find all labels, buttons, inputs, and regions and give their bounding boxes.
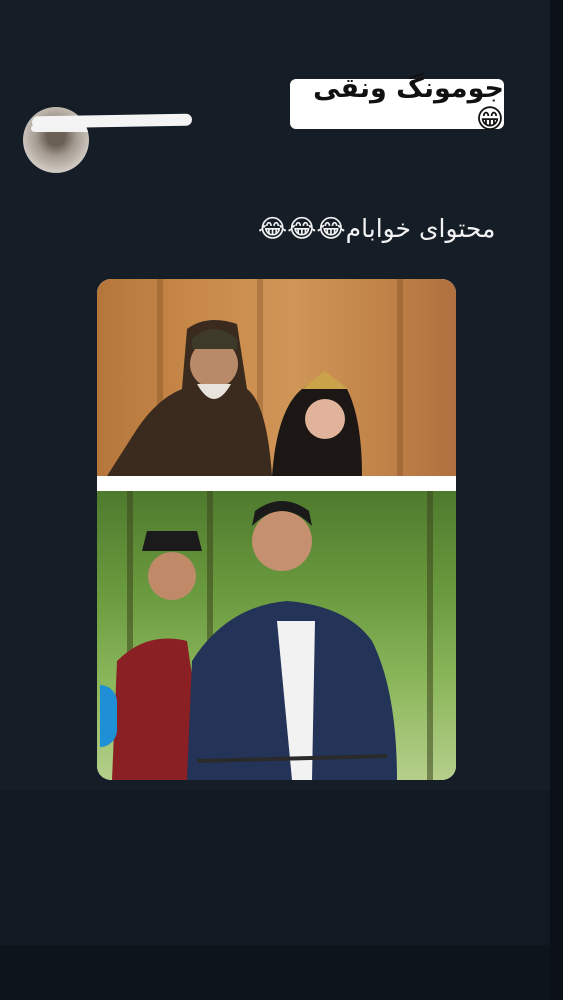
side-badge (100, 685, 117, 747)
sticker-text: جومونگ ونقی😁 (313, 73, 504, 135)
screen-edge (550, 0, 563, 1000)
story-bottom-area (0, 790, 550, 945)
meme-top-photo (97, 279, 456, 476)
top-photo-figures (107, 320, 362, 476)
meme-image (97, 279, 456, 780)
text-sticker: جومونگ ونقی😁 (290, 73, 504, 135)
story-frame: جومونگ ونقی😁 محتوای خوابام😂😂😂 (0, 0, 550, 945)
story-caption: محتوای خوابام😂😂😂 (258, 204, 538, 252)
username-redaction (31, 113, 193, 129)
bottom-photo-figures (112, 501, 397, 780)
meme-bottom-photo (97, 491, 456, 780)
caption-text: محتوای خوابام😂😂😂 (258, 213, 496, 243)
meme-divider (97, 476, 456, 491)
